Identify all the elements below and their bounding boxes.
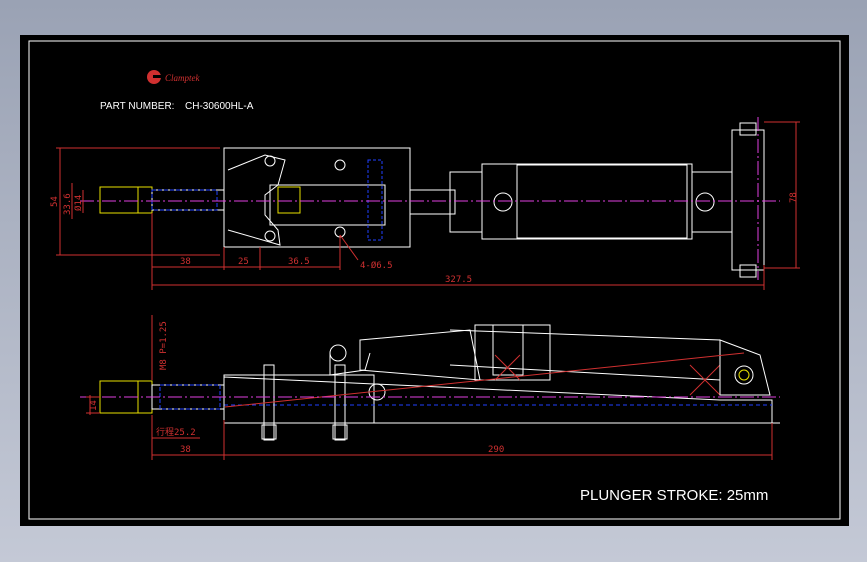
dim-78: 78 — [789, 192, 799, 203]
cylinder-port-right — [695, 192, 715, 212]
brand-name: Clamptek — [165, 73, 200, 83]
dim-327-5: 327.5 — [445, 275, 472, 285]
drawing-border — [28, 40, 841, 520]
side-link-arm — [359, 329, 481, 381]
hole-note: 4-Ø6.5 — [360, 260, 393, 271]
pin-yellow — [277, 186, 301, 214]
dim-14-side: 14 — [89, 400, 99, 411]
dim-290: 290 — [488, 445, 504, 455]
side-pivot-bracket — [719, 339, 771, 396]
dim-33-6: 33.6 — [63, 193, 73, 215]
stroke-cn: 行程25.2 — [156, 426, 196, 438]
plunger — [151, 189, 225, 211]
clamptek-logo: Clamptek — [147, 70, 200, 84]
side-pivot-hole — [734, 365, 754, 385]
top-view: 38 25 36.5 327.5 4-Ø6.5 54 33.6 Ø14 78 — [50, 117, 800, 290]
part-number: CH-30600HL-A — [185, 101, 254, 112]
side-stroke-line — [224, 352, 745, 408]
drawing-canvas: Clamptek PART NUMBER: CH-30600HL-A 38 25… — [20, 35, 849, 526]
side-link-pivot — [329, 344, 347, 362]
dim-dia-14: Ø14 — [73, 195, 84, 211]
cad-drawing: Clamptek PART NUMBER: CH-30600HL-A 38 25… — [28, 40, 841, 520]
pivot-end — [731, 129, 765, 271]
dim-54: 54 — [50, 196, 60, 207]
dim-25: 25 — [238, 257, 249, 267]
plunger-stroke-note: PLUNGER STROKE: 25mm — [580, 487, 768, 504]
side-dimensions — [86, 315, 773, 460]
side-bolt-2 — [334, 364, 346, 441]
top-dimensions — [56, 121, 800, 290]
dim-38-side: 38 — [180, 445, 191, 455]
link-arm — [227, 154, 286, 246]
dim-38-top: 38 — [180, 257, 191, 267]
side-view: M8 P=1.25 14 行程25.2 38 290 — [80, 315, 780, 460]
spindle-bolt — [99, 186, 139, 214]
rod — [409, 189, 456, 215]
thread-spec: M8 P=1.25 — [159, 321, 169, 370]
cylinder-port-left — [493, 192, 513, 212]
hidden-block — [367, 159, 383, 241]
part-number-label: PART NUMBER: — [100, 101, 174, 112]
dim-36-5: 36.5 — [288, 257, 310, 267]
side-cylinder — [449, 329, 721, 381]
side-base — [223, 376, 773, 424]
